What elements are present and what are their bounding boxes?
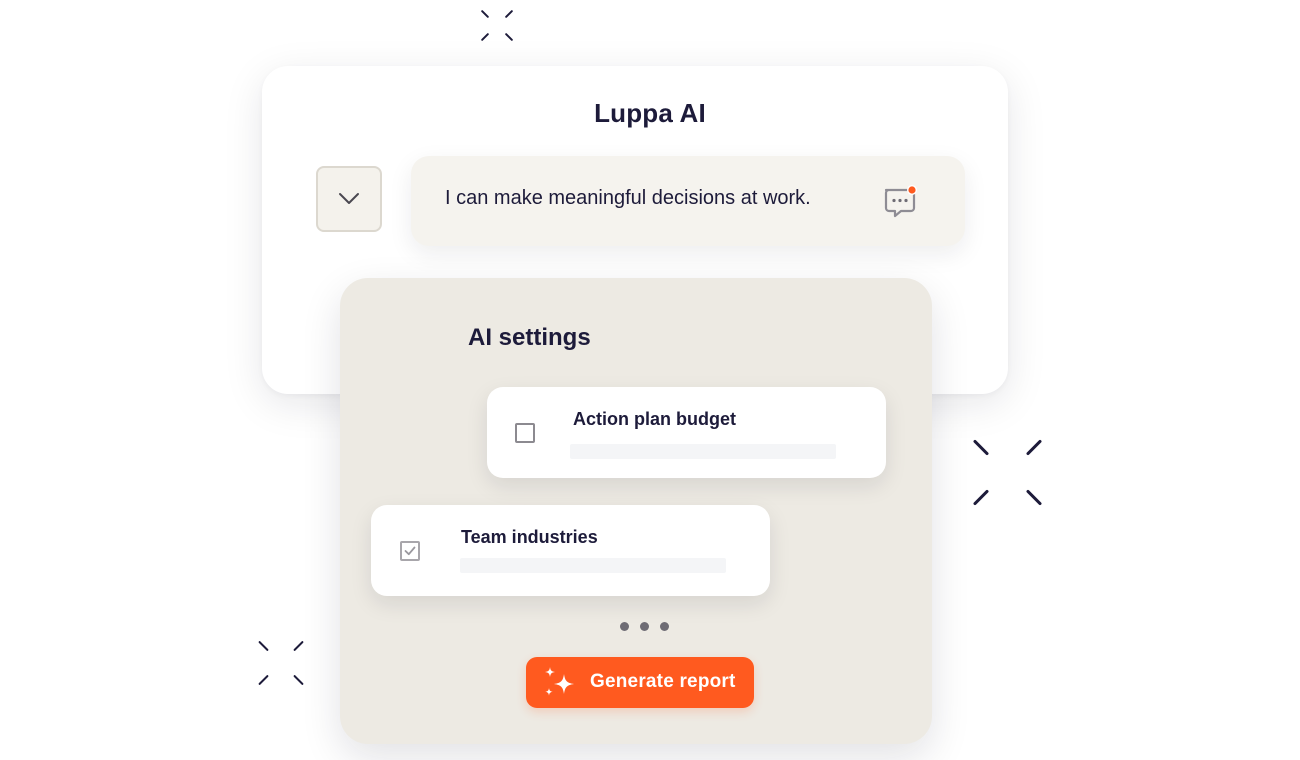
chevron-down-icon — [339, 193, 359, 204]
option-placeholder-bar — [570, 444, 836, 459]
check-icon — [404, 546, 416, 556]
canvas: Luppa AI I can make meaningful decisions… — [0, 0, 1300, 760]
sparkle-decoration-left — [257, 639, 307, 689]
checkbox-checked[interactable] — [400, 541, 420, 561]
checkbox-unchecked[interactable] — [515, 423, 535, 443]
assistant-message-text: I can make meaningful decisions at work. — [445, 187, 811, 209]
option-placeholder-bar — [460, 558, 726, 573]
panel-title: AI settings — [468, 324, 591, 351]
option-card-action-plan-budget[interactable]: Action plan budget — [487, 387, 886, 478]
chat-bubble-notification-icon[interactable] — [881, 184, 921, 220]
sparkles-icon — [545, 667, 574, 696]
ellipsis-icon[interactable] — [620, 622, 669, 631]
option-card-team-industries[interactable]: Team industries — [371, 505, 770, 596]
option-label: Team industries — [461, 527, 598, 547]
sparkle-decoration-top — [480, 9, 514, 43]
generate-report-button[interactable]: Generate report — [526, 657, 754, 708]
sparkle-decoration-right — [972, 437, 1044, 509]
expand-button[interactable] — [316, 166, 382, 232]
assistant-title: Luppa AI — [594, 98, 706, 128]
assistant-message-bubble: I can make meaningful decisions at work. — [411, 156, 965, 246]
generate-report-label: Generate report — [590, 671, 736, 692]
ai-settings-panel: AI settings Action plan budget Team indu… — [340, 278, 932, 744]
option-label: Action plan budget — [573, 409, 736, 429]
